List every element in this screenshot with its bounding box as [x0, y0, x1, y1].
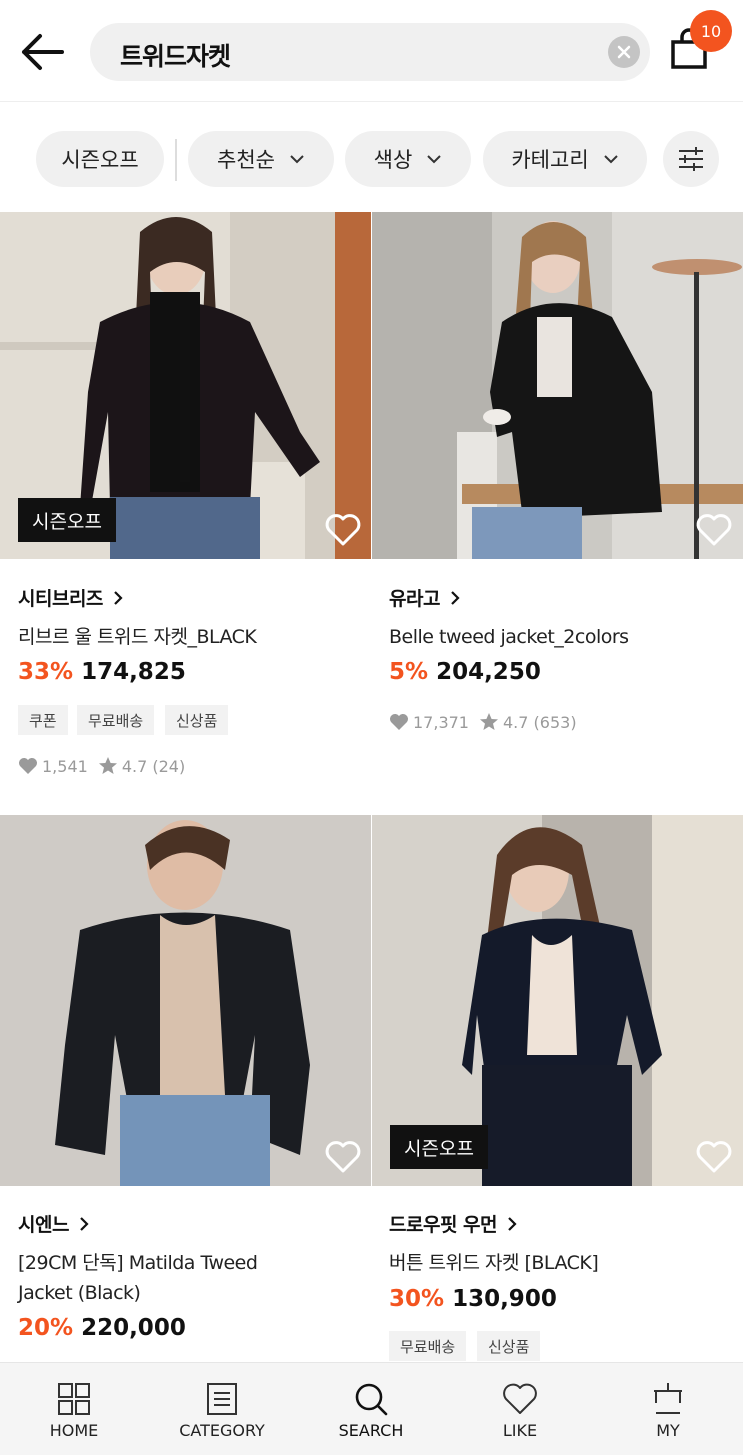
season-off-label: 시즌오프	[61, 148, 139, 172]
nav-my[interactable]: MY	[594, 1363, 742, 1455]
product-price: 30% 130,900	[389, 1286, 557, 1312]
new-item-tag: 신상품	[165, 705, 229, 735]
product-price: 33% 174,825	[18, 659, 186, 685]
like-count: 17,371	[413, 712, 469, 732]
product-name[interactable]: 리브르 울 트위드 자켓_BLACK	[18, 622, 257, 652]
season-off-badge: 시즌오프	[18, 498, 116, 542]
filter-bar: 시즌오프 추천순 색상 카테고리	[0, 102, 743, 212]
star-icon	[98, 757, 117, 774]
like-count: 1,541	[42, 756, 88, 776]
nav-like-label: LIKE	[502, 1421, 538, 1440]
review-count: (653)	[533, 712, 577, 732]
chevron-right-icon	[114, 590, 123, 605]
star-icon	[479, 713, 498, 730]
chevron-right-icon	[508, 1216, 517, 1231]
product-stats: 17,371 4.7 (653)	[389, 712, 577, 732]
heart-filled-icon	[19, 758, 37, 774]
product-name-line: Jacket (Black)	[18, 1282, 141, 1304]
category-dropdown[interactable]: 카테고리	[483, 131, 647, 187]
heart-icon[interactable]	[696, 1140, 732, 1174]
new-item-tag: 신상품	[477, 1331, 541, 1361]
chevron-down-icon	[603, 155, 618, 164]
filter-settings-icon[interactable]	[663, 131, 719, 187]
nav-my-label: MY	[656, 1421, 680, 1440]
product-name-line: [29CM 단독] Matilda Tweed	[18, 1252, 258, 1274]
product-brand[interactable]: 시티브리즈	[18, 584, 123, 611]
product-price: 20% 220,000	[18, 1315, 186, 1341]
product-name[interactable]: Belle tweed jacket_2colors	[389, 622, 629, 652]
brand-name: 시엔느	[18, 1214, 69, 1236]
brand-name: 시티브리즈	[18, 588, 103, 610]
rating: 4.7	[502, 712, 529, 732]
product-stats: 1,541 4.7 (24)	[18, 756, 185, 776]
free-shipping-tag: 무료배송	[389, 1331, 467, 1361]
heart-icon[interactable]	[325, 513, 361, 547]
price-value: 204,250	[436, 659, 541, 685]
brand-name: 드로우핏 우먼	[389, 1214, 498, 1236]
bottom-navigation: HOME CATEGORY SEARCH LIKE MY	[0, 1362, 743, 1455]
nav-category-label: CATEGORY	[179, 1421, 265, 1440]
nav-home[interactable]: HOME	[0, 1363, 148, 1455]
product-price: 5% 204,250	[389, 659, 541, 685]
season-off-filter[interactable]: 시즌오프	[36, 131, 164, 187]
sort-dropdown[interactable]: 추천순	[188, 131, 334, 187]
nav-like[interactable]: LIKE	[446, 1363, 594, 1455]
product-name[interactable]: [29CM 단독] Matilda Tweed Jacket (Black)	[18, 1248, 258, 1308]
discount-rate: 33%	[18, 659, 74, 685]
season-off-badge: 시즌오프	[390, 1125, 488, 1169]
home-grid-icon	[58, 1383, 90, 1415]
person-icon	[654, 1383, 682, 1414]
free-shipping-tag: 무료배송	[77, 705, 155, 735]
clear-search-icon[interactable]	[608, 36, 640, 68]
heart-icon	[503, 1383, 537, 1414]
heart-filled-icon	[390, 714, 408, 730]
search-input[interactable]: 트위드자켓	[90, 23, 650, 81]
sort-label: 추천순	[217, 148, 275, 172]
category-label: 카테고리	[511, 148, 589, 172]
coupon-tag: 쿠폰	[18, 705, 68, 735]
nav-search[interactable]: SEARCH	[297, 1363, 445, 1455]
search-icon	[355, 1383, 388, 1416]
product-brand[interactable]: 시엔느	[18, 1210, 89, 1237]
discount-rate: 30%	[389, 1286, 445, 1312]
review-count: (24)	[152, 756, 186, 776]
price-value: 174,825	[81, 659, 186, 685]
top-bar: 트위드자켓 10	[0, 0, 743, 102]
heart-icon[interactable]	[696, 513, 732, 547]
back-arrow-icon[interactable]	[18, 30, 66, 74]
color-dropdown[interactable]: 색상	[345, 131, 471, 187]
product-brand[interactable]: 드로우핏 우먼	[389, 1210, 517, 1237]
nav-category[interactable]: CATEGORY	[148, 1363, 296, 1455]
nav-home-label: HOME	[49, 1421, 99, 1440]
product-name[interactable]: 버튼 트위드 자켓 [BLACK]	[389, 1248, 599, 1278]
discount-rate: 20%	[18, 1315, 74, 1341]
cart-count-badge: 10	[690, 10, 732, 52]
discount-rate: 5%	[389, 659, 429, 685]
heart-icon[interactable]	[325, 1140, 361, 1174]
color-label: 색상	[373, 148, 413, 172]
chevron-down-icon	[290, 155, 304, 164]
filter-divider	[175, 139, 177, 181]
price-value: 220,000	[81, 1315, 186, 1341]
price-value: 130,900	[452, 1286, 557, 1312]
chevron-right-icon	[80, 1216, 89, 1231]
brand-name: 유라고	[389, 588, 440, 610]
product-brand[interactable]: 유라고	[389, 584, 460, 611]
chevron-down-icon	[427, 155, 442, 164]
product-image[interactable]	[0, 815, 371, 1186]
category-list-icon	[207, 1383, 237, 1415]
search-query: 트위드자켓	[120, 42, 231, 71]
rating: 4.7	[121, 756, 148, 776]
chevron-right-icon	[451, 590, 460, 605]
nav-search-label: SEARCH	[338, 1421, 404, 1440]
product-image[interactable]	[372, 212, 743, 559]
